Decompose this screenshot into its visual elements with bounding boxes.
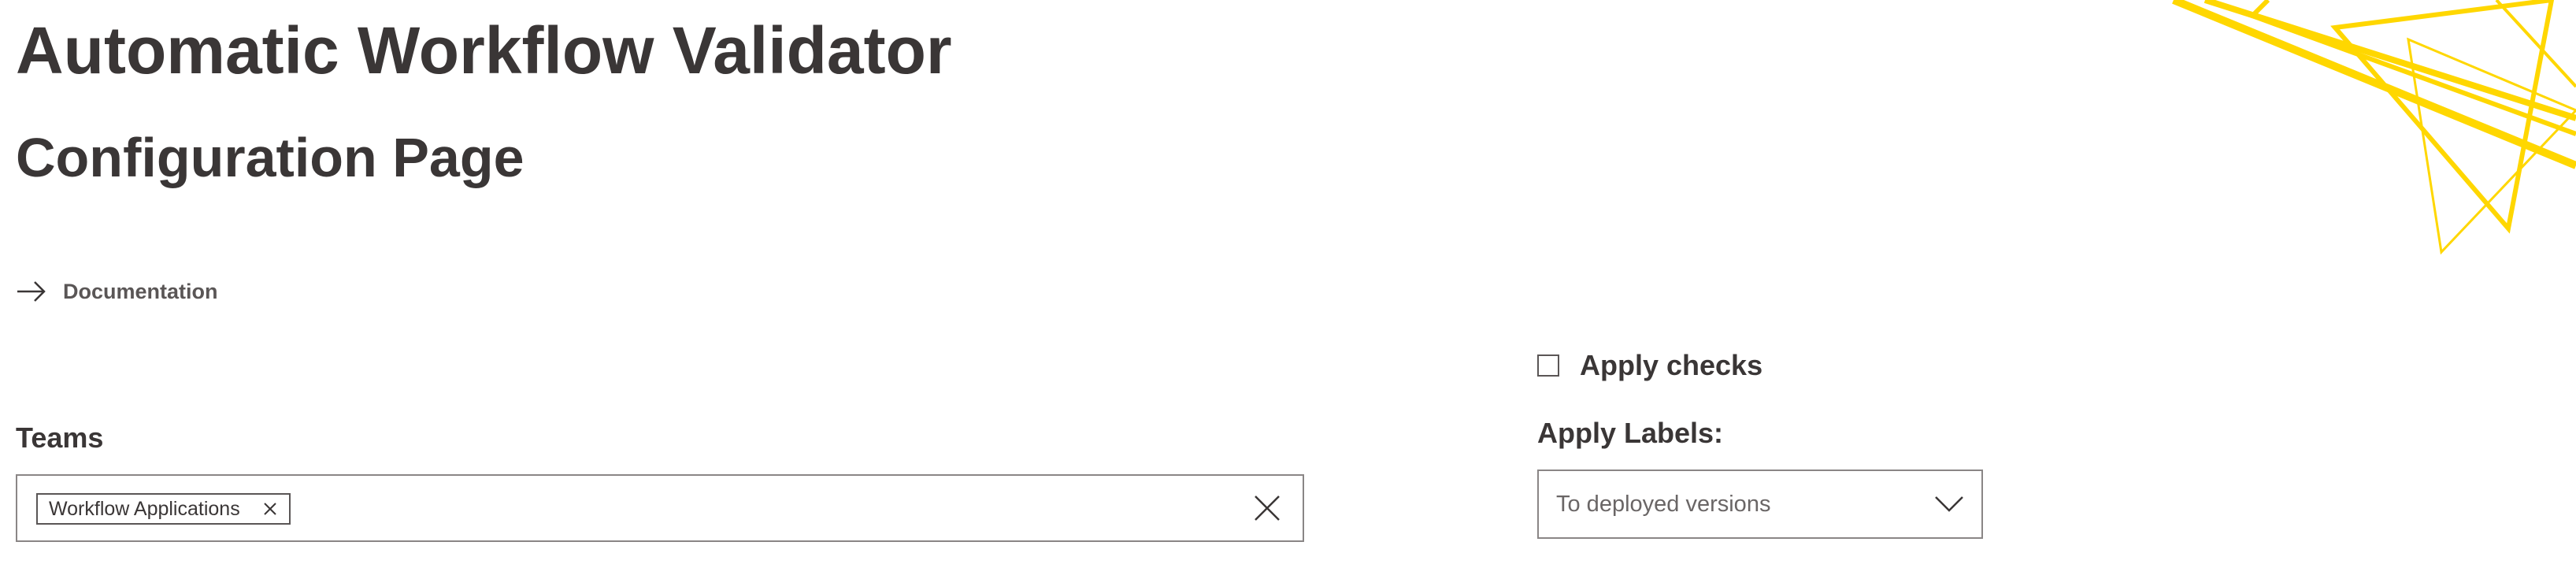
chevron-down-icon [1935, 496, 1963, 512]
arrow-right-icon [17, 281, 46, 302]
triangle-logo-icon [2172, 0, 2576, 255]
teams-multiselect[interactable]: Workflow Applications [16, 474, 1304, 542]
clear-all-icon[interactable] [1254, 495, 1281, 521]
team-chip[interactable]: Workflow Applications [36, 493, 291, 525]
apply-labels-select[interactable]: To deployed versions [1537, 470, 1983, 539]
app-title: Automatic Workflow Validator [16, 13, 952, 87]
page-title: Configuration Page [16, 127, 524, 188]
team-chip-label: Workflow Applications [49, 497, 240, 520]
documentation-link[interactable]: Documentation [16, 274, 218, 309]
apply-labels-label: Apply Labels: [1537, 417, 1724, 449]
configuration-page: Automatic Workflow Validator Configurati… [0, 0, 2576, 579]
close-icon[interactable] [262, 501, 278, 517]
teams-label: Teams [16, 421, 104, 454]
apply-labels-value: To deployed versions [1556, 491, 1771, 517]
documentation-link-label: Documentation [63, 279, 218, 303]
apply-checks-checkbox[interactable] [1537, 354, 1559, 377]
apply-checks-toggle[interactable]: Apply checks [1537, 349, 1763, 381]
apply-checks-label: Apply checks [1580, 349, 1763, 381]
